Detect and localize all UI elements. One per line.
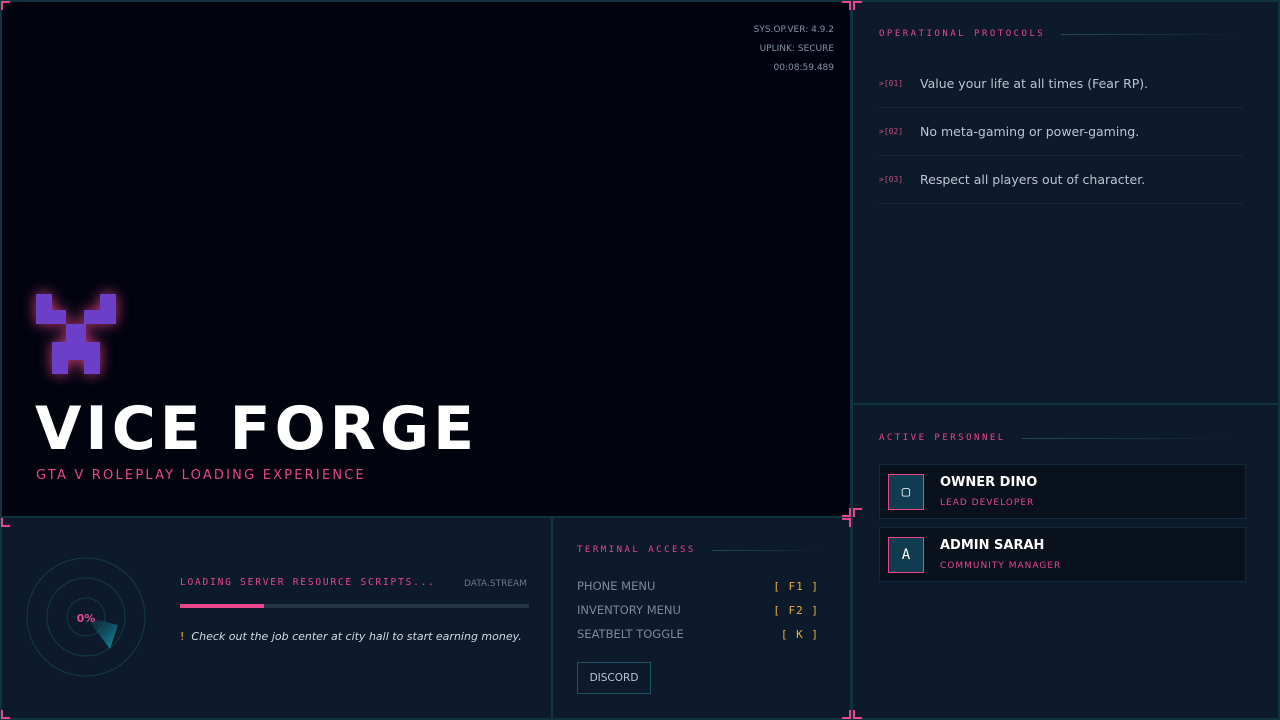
corner-bracket [842,710,851,719]
keybind-label: SEATBELT TOGGLE [577,627,684,641]
avatar: ▢ [888,474,924,510]
protocols-heading: OPERATIONAL PROTOCOLS [879,29,1046,39]
corner-bracket [853,710,862,719]
personnel-card: A ADMIN SARAH COMMUNITY MANAGER [879,527,1246,582]
alert-icon: ! [180,630,185,643]
system-info: SYS.OP.VER: 4.9.2 UPLINK: SECURE 00:08:5… [754,21,834,78]
protocols-panel: OPERATIONAL PROTOCOLS >[01] Value your l… [851,0,1280,405]
corner-bracket [842,1,851,10]
personnel-role: LEAD DEVELOPER [940,498,1035,508]
header-rule [1021,437,1232,439]
header-rule [1061,33,1242,35]
keybind-label: PHONE MENU [577,579,656,593]
corner-bracket [853,1,862,10]
protocols-header: OPERATIONAL PROTOCOLS [879,29,1242,39]
protocol-text: Value your life at all times (Fear RP). [920,76,1149,91]
discord-button[interactable]: DISCORD [577,662,651,694]
loading-tip: ! Check out the job center at city hall t… [180,630,522,643]
corner-bracket [1,1,10,10]
personnel-heading: ACTIVE PERSONNEL [879,433,1006,443]
progress-bar [180,604,529,608]
protocol-number: >[01] [879,79,904,88]
protocol-item: >[03] Respect all players out of charact… [879,156,1243,204]
protocol-number: >[02] [879,127,904,136]
loading-status: LOADING SERVER RESOURCE SCRIPTS... [180,577,436,588]
corner-bracket [842,518,851,527]
personnel-card: ▢ OWNER DINO LEAD DEVELOPER [879,464,1246,519]
keybind-list: PHONE MENU [ F1 ] INVENTORY MENU [ F2 ] … [577,574,819,646]
personnel-header: ACTIVE PERSONNEL [879,433,1232,443]
loader-panel: 0% LOADING SERVER RESOURCE SCRIPTS... DA… [0,516,553,720]
hero-panel: SYS.OP.VER: 4.9.2 UPLINK: SECURE 00:08:5… [0,0,852,518]
corner-bracket [853,508,862,517]
personnel-name: OWNER DINO [940,475,1038,490]
keybind-key: [ K ] [780,627,819,641]
protocol-text: Respect all players out of character. [920,172,1146,187]
terminal-panel: TERMINAL ACCESS PHONE MENU [ F1 ] INVENT… [551,516,852,720]
terminal-heading: TERMINAL ACCESS [577,545,696,555]
protocol-number: >[03] [879,175,904,184]
keybind-label: INVENTORY MENU [577,603,681,617]
terminal-header: TERMINAL ACCESS [577,545,822,555]
protocol-item: >[02] No meta-gaming or power-gaming. [879,108,1243,156]
session-timer: 00:08:59.489 [773,63,834,73]
keybind-row: INVENTORY MENU [ F2 ] [577,598,819,622]
data-stream-label: DATA.STREAM [464,579,527,589]
personnel-panel: ACTIVE PERSONNEL ▢ OWNER DINO LEAD DEVEL… [851,403,1280,720]
corner-bracket [842,508,851,517]
protocol-text: No meta-gaming or power-gaming. [920,124,1140,139]
personnel-name: ADMIN SARAH [940,538,1045,553]
tip-text: Check out the job center at city hall to… [191,630,522,643]
server-subtitle: GTA V ROLEPLAY LOADING EXPERIENCE [36,468,366,483]
avatar: A [888,537,924,573]
keybind-key: [ F2 ] [773,603,819,617]
personnel-role: COMMUNITY MANAGER [940,561,1062,571]
keybind-row: PHONE MENU [ F1 ] [577,574,819,598]
uplink-status: UPLINK: SECURE [759,44,834,54]
progress-fill [180,604,264,608]
progress-percent: 0% [77,612,96,625]
corner-bracket [1,710,10,719]
protocol-list: >[01] Value your life at all times (Fear… [879,60,1243,204]
system-version: SYS.OP.VER: 4.9.2 [753,25,834,35]
keybind-row: SEATBELT TOGGLE [ K ] [577,622,819,646]
corner-bracket [1,518,10,527]
server-title: VICE FORGE [35,394,479,464]
radar-icon: 0% [26,557,146,677]
protocol-item: >[01] Value your life at all times (Fear… [879,60,1243,108]
pixel-x-icon [36,294,116,374]
keybind-key: [ F1 ] [773,579,819,593]
header-rule [711,549,822,551]
